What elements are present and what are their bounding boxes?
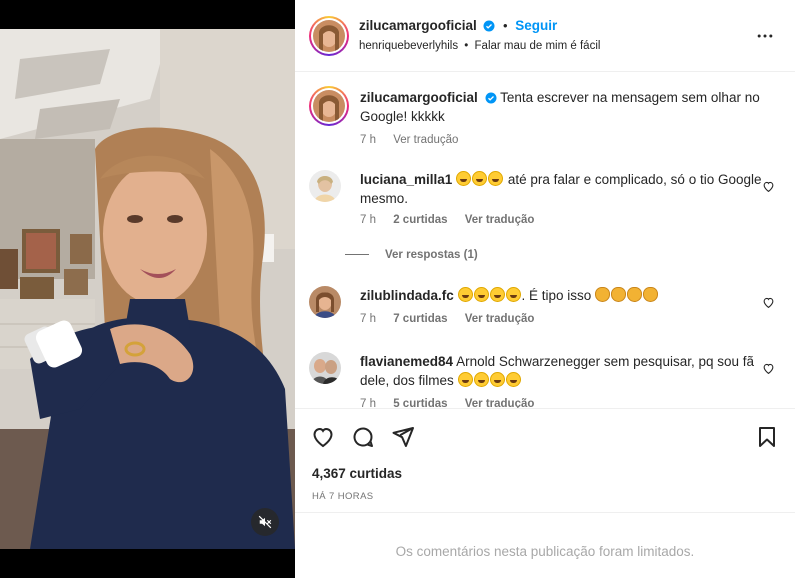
video-frame[interactable] (0, 29, 295, 549)
verified-badge-icon (485, 92, 497, 104)
comment-translate-link[interactable]: Ver tradução (465, 313, 535, 325)
audio-owner[interactable]: henriquebeverlyhils (359, 40, 458, 52)
comment-meta: 7 h 7 curtidas Ver tradução (360, 313, 548, 325)
bookmark-icon[interactable] (755, 425, 779, 449)
follow-button[interactable]: Seguir (515, 18, 557, 33)
comment-row: zilublindada.fc . É tipo isso 7 h 7 curt… (309, 286, 779, 346)
comment-text: flavianemed84 Arnold Schwarzenegger sem … (360, 352, 765, 390)
comment-row: flavianemed84 Arnold Schwarzenegger sem … (309, 352, 779, 408)
header-separator: • (503, 18, 508, 33)
commenter-avatar[interactable] (309, 286, 341, 318)
comment-username[interactable]: zilublindada.fc (360, 288, 454, 303)
comment-body: . É tipo isso (521, 288, 592, 303)
comment-translate-link[interactable]: Ver tradução (465, 398, 535, 408)
commenter-avatar-image (309, 170, 341, 202)
post-header: zilucamargooficial • Seguir henriquebeve… (295, 0, 795, 72)
comment-like-heart-icon[interactable] (762, 180, 775, 193)
comment-like-heart-icon[interactable] (762, 296, 775, 309)
laughing-emoji-icon (457, 372, 522, 388)
post-timestamp[interactable]: HÁ 7 HORAS (312, 491, 374, 502)
audio-separator: • (464, 40, 469, 52)
comments-list[interactable]: zilucamargooficial Tenta escrever na men… (295, 72, 795, 408)
comment-time[interactable]: 7 h (360, 313, 376, 325)
send-icon[interactable] (391, 425, 415, 449)
caption-avatar-image (313, 90, 345, 122)
caption-text: zilucamargooficial Tenta escrever na men… (360, 88, 765, 126)
more-options-button[interactable] (755, 26, 775, 49)
commenter-avatar-image (309, 352, 341, 384)
comment-like-heart-icon[interactable] (762, 362, 775, 375)
audio-info[interactable]: henriquebeverlyhils • Falar mau de mim é… (359, 40, 600, 52)
comment-username[interactable]: luciana_milla1 (360, 172, 452, 187)
commenter-avatar-image (309, 286, 341, 318)
comment-likes[interactable]: 5 curtidas (393, 398, 447, 408)
laughing-emoji-icon (457, 287, 522, 303)
comment-text: luciana_milla1 até pra falar e complicad… (360, 170, 765, 208)
audio-title[interactable]: Falar mau de mim é fácil (475, 40, 601, 52)
author-username[interactable]: zilucamargooficial (359, 18, 477, 33)
replies-divider (345, 254, 369, 255)
view-replies-button[interactable]: Ver respostas (1) (345, 249, 478, 261)
heart-icon[interactable] (311, 425, 335, 449)
verified-badge-icon (483, 20, 495, 32)
comment-username[interactable]: flavianemed84 (360, 354, 453, 369)
comment-meta: 7 h 2 curtidas Ver tradução (360, 214, 548, 226)
comment-time[interactable]: 7 h (360, 214, 376, 226)
commenter-avatar[interactable] (309, 352, 341, 384)
comment-likes[interactable]: 7 curtidas (393, 313, 447, 325)
post-actions: 4,367 curtidas HÁ 7 HORAS (295, 408, 795, 512)
comment-time[interactable]: 7 h (360, 398, 376, 408)
muted-speaker-icon (258, 515, 272, 529)
author-avatar[interactable] (309, 16, 349, 56)
mute-button[interactable] (251, 508, 279, 536)
caption-avatar[interactable] (309, 86, 349, 126)
comment-icon[interactable] (351, 425, 375, 449)
comment-translate-link[interactable]: Ver tradução (465, 214, 535, 226)
author-avatar-image (313, 20, 345, 52)
view-replies-label: Ver respostas (1) (385, 249, 478, 261)
header-title-row: zilucamargooficial • Seguir (359, 18, 557, 33)
caption-row: zilucamargooficial Tenta escrever na men… (309, 86, 779, 156)
comment-text: zilublindada.fc . É tipo isso (360, 286, 765, 305)
video-player[interactable] (0, 0, 295, 578)
caption-translate-link[interactable]: Ver tradução (393, 134, 458, 146)
caption-time[interactable]: 7 h (360, 134, 376, 146)
video-frame-image (0, 29, 295, 549)
comments-limited-notice: Os comentários nesta publicação foram li… (295, 512, 795, 578)
comment-row: luciana_milla1 até pra falar e complicad… (309, 170, 779, 261)
caption-username[interactable]: zilucamargooficial (360, 90, 478, 105)
comment-likes[interactable]: 2 curtidas (393, 214, 447, 226)
caption-meta: 7 h Ver tradução (360, 134, 472, 146)
commenter-avatar[interactable] (309, 170, 341, 202)
instagram-post-modal: zilucamargooficial • Seguir henriquebeve… (0, 0, 795, 578)
comment-meta: 7 h 5 curtidas Ver tradução (360, 398, 548, 408)
more-horizontal-icon (757, 34, 773, 38)
laughing-emoji-icon (456, 171, 504, 187)
likes-count[interactable]: 4,367 curtidas (312, 466, 402, 481)
post-panel: zilucamargooficial • Seguir henriquebeve… (295, 0, 795, 578)
clapping-hands-icon (595, 287, 659, 303)
